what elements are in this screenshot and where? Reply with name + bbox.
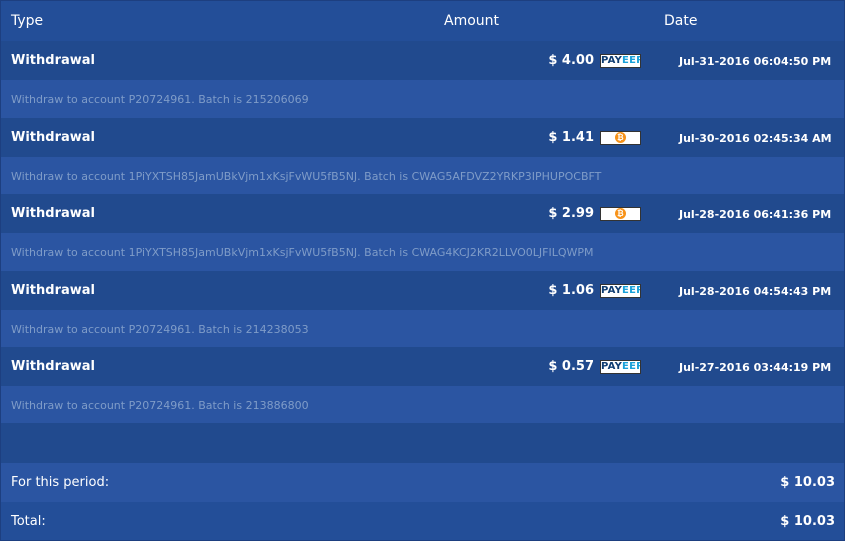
transaction-date: Jul-31-2016 06:04:50 PM [679, 55, 832, 68]
table-row: Withdrawal $ 1.41 ₿ Jul-30-2016 02:45:34… [1, 118, 844, 157]
table-header: Type Amount Date [1, 1, 844, 41]
grand-total: $ 10.03 [780, 514, 835, 529]
transaction-amount: $ 0.57 [548, 359, 594, 374]
table-row: Withdrawal $ 1.06 PAYEER Jul-28-2016 04:… [1, 271, 844, 310]
table-row: Withdrawal $ 4.00 PAYEER Jul-31-2016 06:… [1, 41, 844, 80]
grand-total-row: Total: $ 10.03 [1, 502, 844, 540]
transaction-amount: $ 1.41 [548, 130, 594, 145]
period-summary-row: For this period: $ 10.03 [1, 463, 844, 502]
transaction-type: Withdrawal [11, 359, 95, 374]
transaction-description: Withdraw to account 1PiYXTSH85JamUBkVjm1… [11, 170, 602, 183]
transaction-description-row: Withdraw to account 1PiYXTSH85JamUBkVjm1… [1, 157, 844, 195]
transaction-date: Jul-27-2016 03:44:19 PM [679, 361, 832, 374]
payeer-logo-text-a: PAY [601, 361, 623, 372]
payeer-icon: PAYEER [600, 284, 641, 298]
transaction-description: Withdraw to account P20724961. Batch is … [11, 399, 309, 412]
bitcoin-icon: ₿ [600, 131, 641, 145]
header-type: Type [11, 13, 44, 29]
header-date: Date [664, 13, 698, 29]
transaction-description-row: Withdraw to account P20724961. Batch is … [1, 386, 844, 424]
period-total: $ 10.03 [780, 475, 835, 490]
table-row: Withdrawal $ 0.57 PAYEER Jul-27-2016 03:… [1, 347, 844, 386]
payeer-logo-text-a: PAY [601, 55, 623, 66]
payeer-logo-text-b: EER [622, 55, 640, 66]
transaction-amount: $ 2.99 [548, 206, 594, 221]
bitcoin-icon: ₿ [600, 207, 641, 221]
transaction-date: Jul-28-2016 06:41:36 PM [679, 208, 832, 221]
transaction-type: Withdrawal [11, 283, 95, 298]
transaction-type: Withdrawal [11, 53, 95, 68]
transaction-type: Withdrawal [11, 130, 95, 145]
transaction-description-row: Withdraw to account P20724961. Batch is … [1, 80, 844, 118]
table-row: Withdrawal $ 2.99 ₿ Jul-28-2016 06:41:36… [1, 194, 844, 233]
header-amount: Amount [444, 13, 500, 29]
withdrawal-history-table: Type Amount Date Withdrawal $ 4.00 PAYEE… [0, 0, 845, 541]
table-spacer [1, 423, 844, 463]
transaction-description: Withdraw to account P20724961. Batch is … [11, 323, 309, 336]
transaction-amount: $ 1.06 [548, 283, 594, 298]
period-label: For this period: [11, 475, 110, 490]
total-label: Total: [11, 514, 46, 529]
transaction-description: Withdraw to account P20724961. Batch is … [11, 93, 309, 106]
transaction-date: Jul-28-2016 04:54:43 PM [679, 285, 832, 298]
transaction-date: Jul-30-2016 02:45:34 AM [679, 132, 832, 145]
payeer-logo-text-b: EER [622, 285, 640, 296]
transaction-description-row: Withdraw to account 1PiYXTSH85JamUBkVjm1… [1, 233, 844, 271]
transaction-amount: $ 4.00 [548, 53, 594, 68]
payeer-logo-text-b: EER [622, 361, 640, 372]
transaction-description-row: Withdraw to account P20724961. Batch is … [1, 310, 844, 348]
transaction-type: Withdrawal [11, 206, 95, 221]
transaction-description: Withdraw to account 1PiYXTSH85JamUBkVjm1… [11, 246, 594, 259]
payeer-icon: PAYEER [600, 54, 641, 68]
payeer-logo-text-a: PAY [601, 285, 623, 296]
payeer-icon: PAYEER [600, 360, 641, 374]
